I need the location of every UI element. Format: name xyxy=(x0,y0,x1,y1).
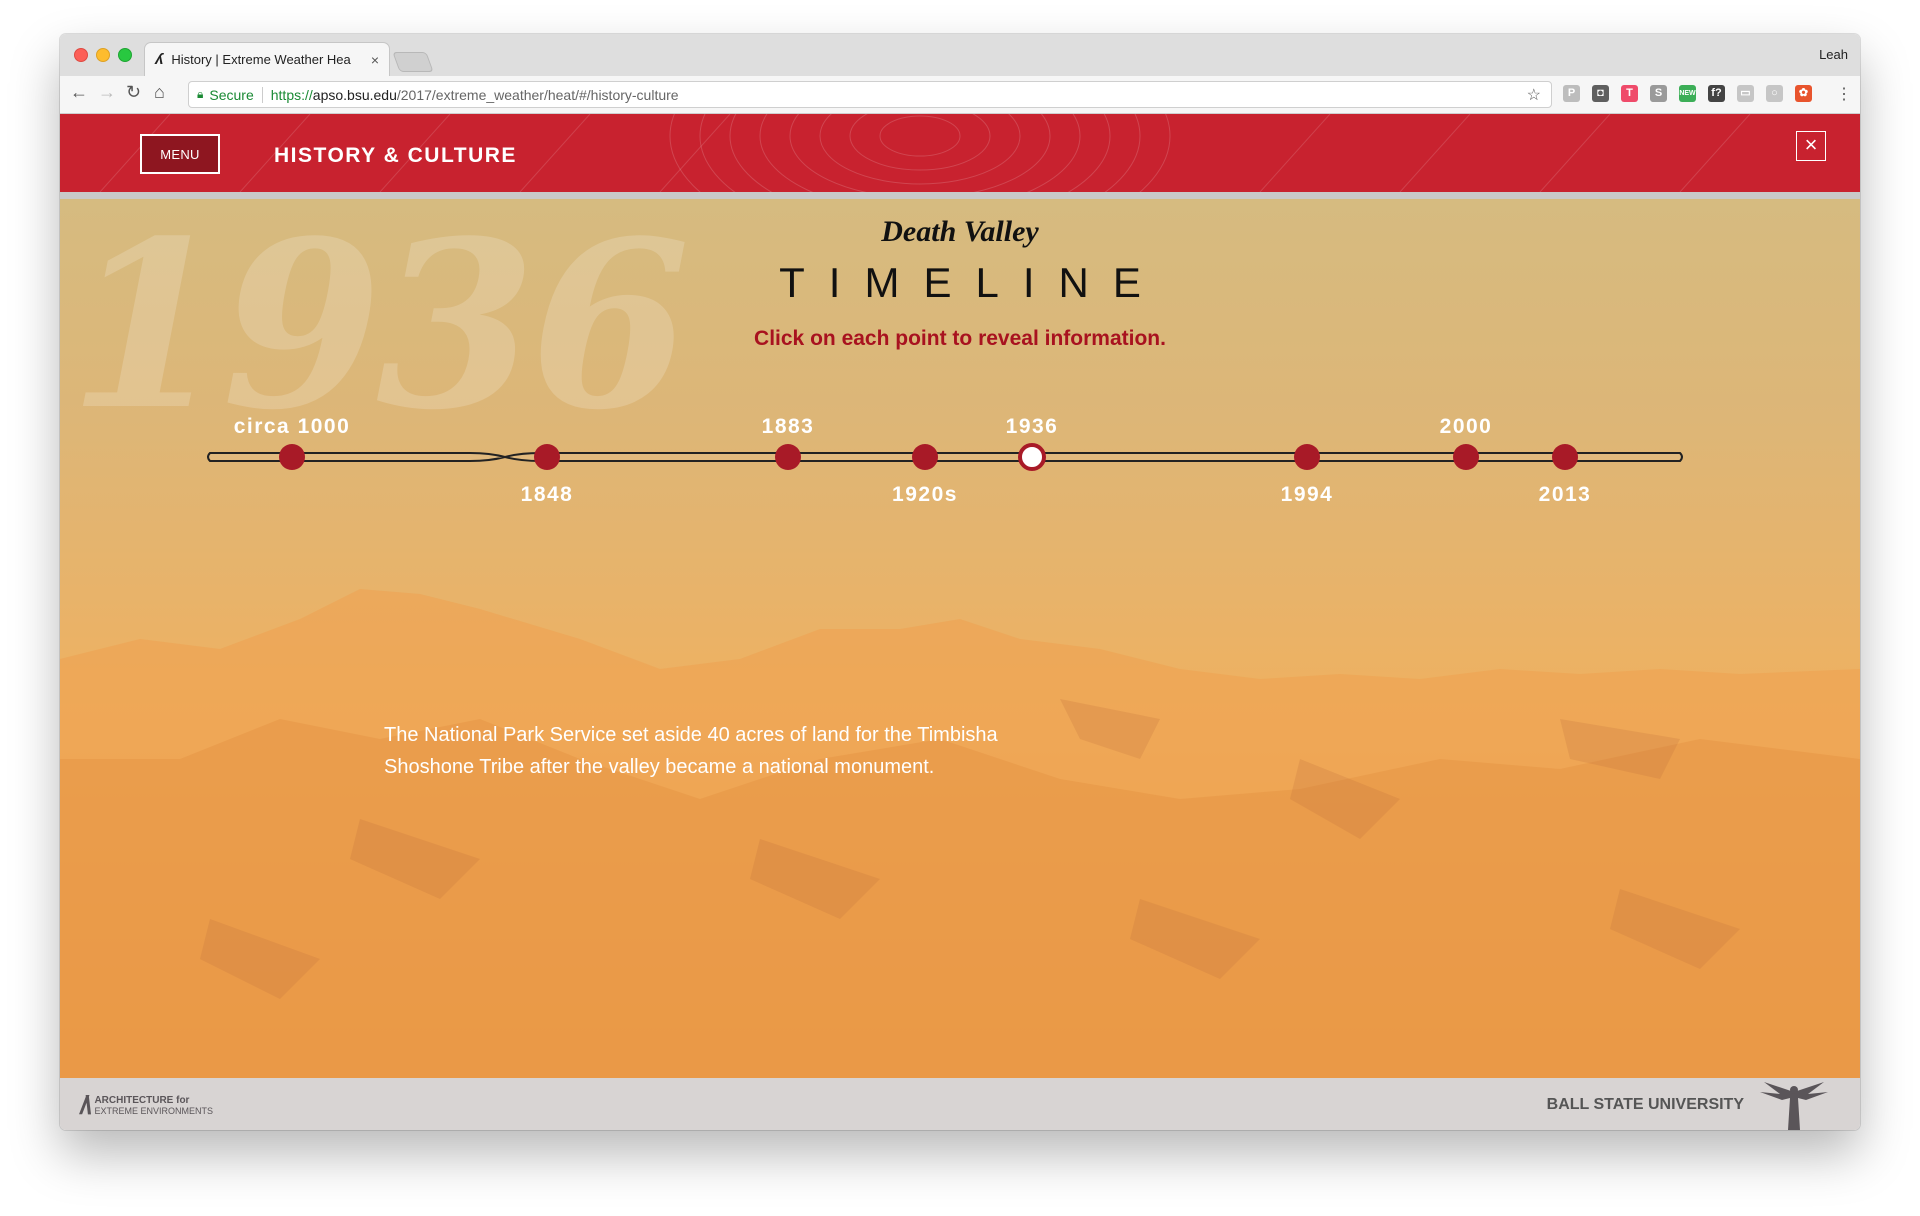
university-name[interactable]: BALL STATE UNIVERSITY xyxy=(1547,1096,1744,1114)
secure-label: Secure xyxy=(209,86,254,103)
maximize-window-button[interactable] xyxy=(118,48,132,62)
timeline-label-1920s[interactable]: 1920s xyxy=(892,483,958,506)
timeline-point-1936[interactable] xyxy=(1018,443,1046,471)
ax-logo-line2: EXTREME ENVIRONMENTS xyxy=(94,1105,213,1116)
t-ext-icon[interactable]: T xyxy=(1621,85,1638,102)
timeline-label-1848[interactable]: 1848 xyxy=(521,483,574,506)
timeline-label-circa-1000[interactable]: circa 1000 xyxy=(234,415,351,438)
site-favicon-icon: ʎ xyxy=(155,51,164,68)
browser-tab[interactable]: ʎ History | Extreme Weather Hea × xyxy=(144,42,390,76)
circle-ext-icon[interactable]: ○ xyxy=(1766,85,1783,102)
close-window-button[interactable] xyxy=(74,48,88,62)
timeline-label-2013[interactable]: 2013 xyxy=(1539,483,1592,506)
menu-button[interactable]: MENU xyxy=(140,134,220,174)
fquestion-icon[interactable]: f? xyxy=(1708,85,1725,102)
timeline-point-circa-1000[interactable] xyxy=(279,444,305,470)
timeline-point-1883[interactable] xyxy=(775,444,801,470)
section-title: HISTORY & CULTURE xyxy=(274,144,517,167)
minimize-window-button[interactable] xyxy=(96,48,110,62)
tab-bar: ʎ History | Extreme Weather Hea × Leah xyxy=(60,34,1860,76)
new-badge-icon[interactable]: NEW xyxy=(1679,85,1696,102)
ax-logo[interactable]: /\ ARCHITECTURE for EXTREME ENVIRONMENTS xyxy=(80,1090,213,1121)
timeline-point-2000[interactable] xyxy=(1453,444,1479,470)
timeline-label-1936[interactable]: 1936 xyxy=(1006,415,1059,438)
tab-close-icon[interactable]: × xyxy=(371,52,379,68)
url-divider xyxy=(261,86,263,103)
timeline-section: 1936 Death Valley TIMELINE Click on each… xyxy=(60,199,1860,1078)
p-ext-icon[interactable]: P xyxy=(1563,85,1580,102)
timeline-label-2000[interactable]: 2000 xyxy=(1440,415,1493,438)
color-picker-icon[interactable]: ✿ xyxy=(1795,85,1812,102)
home-icon[interactable]: ⌂ xyxy=(154,82,165,103)
timeline-point-1920s[interactable] xyxy=(912,444,938,470)
extension-icons: P ◘ T S NEW f? ▭ ○ ✿ xyxy=(1563,85,1812,102)
bookmark-star-icon[interactable]: ☆ xyxy=(1527,85,1541,105)
window-controls xyxy=(74,48,132,62)
forward-arrow-icon[interactable]: → xyxy=(98,82,116,103)
browser-window: ʎ History | Extreme Weather Hea × Leah ←… xyxy=(60,34,1860,1130)
tab-title: History | Extreme Weather Hea xyxy=(171,52,351,67)
site-footer: /\ ARCHITECTURE for EXTREME ENVIRONMENTS… xyxy=(60,1078,1860,1130)
new-tab-button[interactable] xyxy=(392,52,434,72)
profile-name[interactable]: Leah xyxy=(1819,47,1848,62)
back-arrow-icon[interactable]: ← xyxy=(70,82,88,103)
browser-toolbar: ← → ↻ ⌂ 🔒︎ Secure https:// apso.bsu.edu … xyxy=(60,76,1860,114)
timeline-label-1883[interactable]: 1883 xyxy=(762,415,815,438)
beneficence-statue-icon xyxy=(1760,1082,1828,1130)
close-section-button[interactable]: × xyxy=(1796,131,1826,161)
site-header: MENU HISTORY & CULTURE × xyxy=(60,114,1860,199)
chrome-menu-icon[interactable]: ⋮ xyxy=(1836,84,1852,104)
timeline-point-2013[interactable] xyxy=(1552,444,1578,470)
reload-icon[interactable]: ↻ xyxy=(126,82,141,103)
square-ext-icon[interactable]: ▭ xyxy=(1737,85,1754,102)
timeline-point-1994[interactable] xyxy=(1294,444,1320,470)
event-description: The National Park Service set aside 40 a… xyxy=(384,724,998,778)
ax-logo-line1: ARCHITECTURE for xyxy=(94,1094,190,1106)
timeline-point-1848[interactable] xyxy=(534,444,560,470)
lock-icon: 🔒︎ xyxy=(197,87,204,101)
ax-logo-mark-icon: /\ xyxy=(80,1090,92,1120)
ax-logo-text: ARCHITECTURE for EXTREME ENVIRONMENTS xyxy=(94,1094,213,1116)
url-host: apso.bsu.edu xyxy=(312,86,397,103)
timeline-label-1994[interactable]: 1994 xyxy=(1281,483,1334,506)
clipper-icon[interactable]: ◘ xyxy=(1592,85,1609,102)
timeline-track: circa 1000 1848 1883 1920s 1936 1994 2000 2013 xyxy=(207,415,1683,506)
url-protocol: https:// xyxy=(270,86,313,103)
s-ext-icon[interactable]: S xyxy=(1650,85,1667,102)
address-bar[interactable]: 🔒︎ Secure https:// apso.bsu.edu /2017/ex… xyxy=(188,81,1552,108)
url-path: /2017/extreme_weather/heat/#/history-cul… xyxy=(396,86,679,103)
